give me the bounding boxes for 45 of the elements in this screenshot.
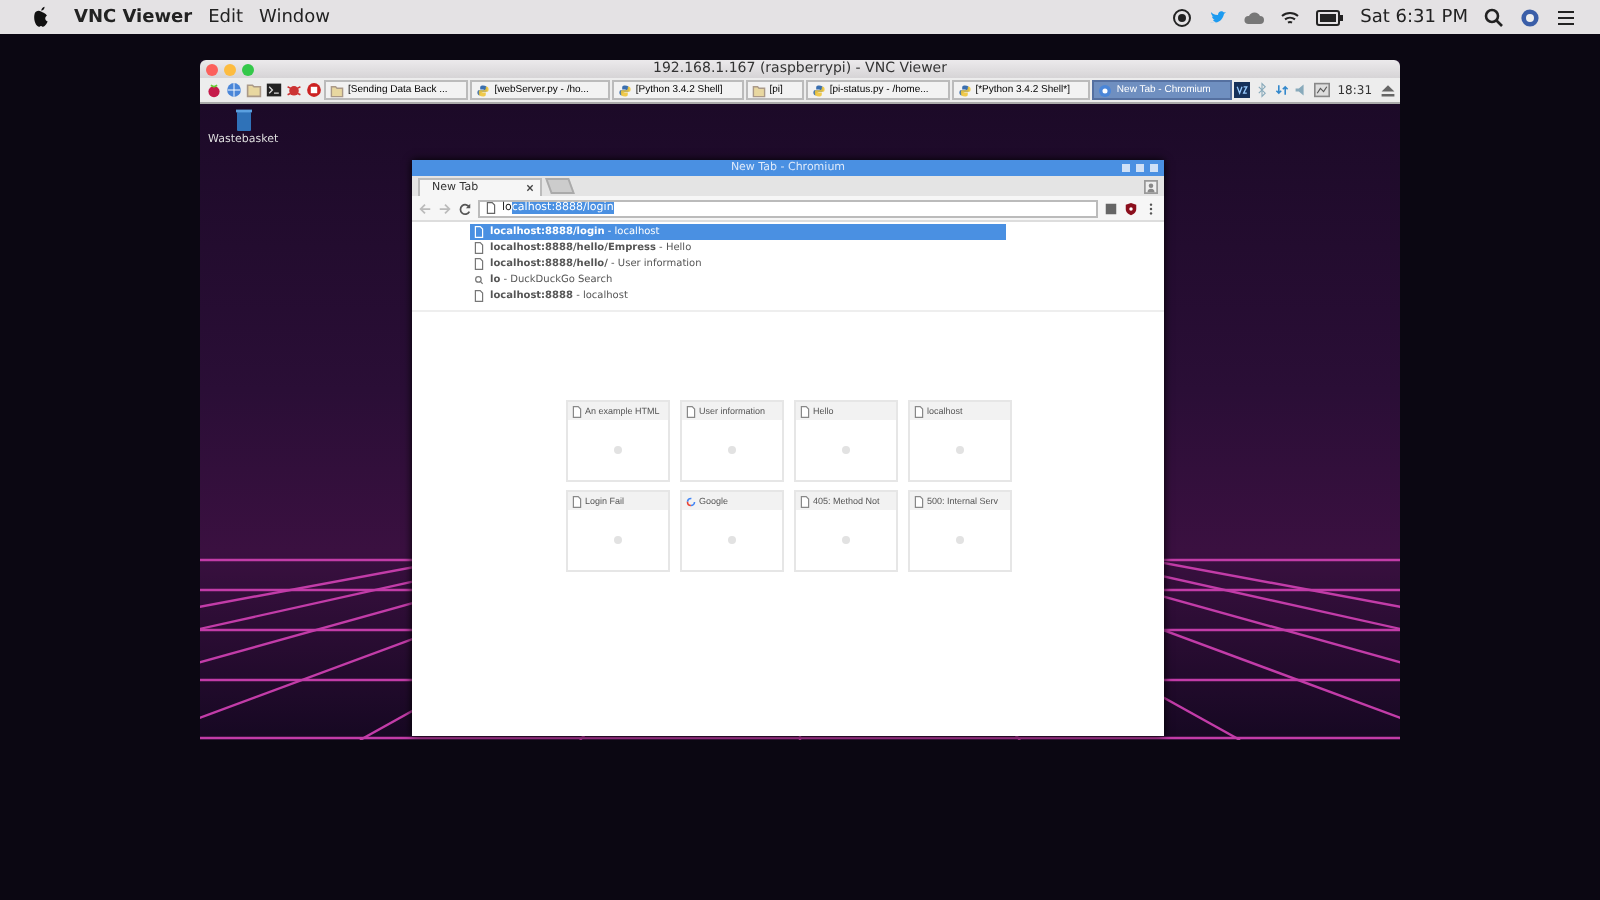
python-icon [957,83,972,97]
page-icon [799,495,809,507]
close-icon[interactable] [526,184,534,192]
page-icon [571,495,581,507]
menu-item[interactable]: Window [259,7,331,27]
python-icon [476,83,491,97]
network-icon[interactable] [1274,82,1291,98]
folder-icon [751,83,766,97]
menu-icon[interactable] [1144,201,1158,215]
globe-icon[interactable] [225,82,241,98]
wifi-icon[interactable] [1280,7,1301,27]
reload-icon[interactable] [458,201,472,215]
list-icon[interactable] [1556,7,1576,27]
eject-icon[interactable] [1379,82,1396,98]
cpu-monitor-icon[interactable] [1314,82,1331,98]
shield-icon[interactable] [1124,201,1138,215]
apple-icon[interactable] [32,6,50,28]
bug-icon[interactable] [285,82,301,98]
page-icon [571,405,581,417]
search-icon [474,274,484,286]
vnc-icon[interactable] [1234,82,1251,98]
terminal-icon[interactable] [265,82,281,98]
globe-icon[interactable] [1520,7,1540,27]
stop-icon[interactable] [305,82,321,98]
battery-icon[interactable] [1316,9,1345,25]
clock[interactable]: Sat 6:31 PM [1360,7,1468,27]
google-g-icon [685,495,695,507]
extension-icon[interactable] [1104,201,1118,215]
python-icon [811,83,826,97]
page-icon [685,405,695,417]
folder-icon [330,83,344,97]
page-icon [913,495,923,507]
raspberry-icon[interactable] [205,82,221,98]
cloud-icon[interactable] [1244,7,1265,27]
app-menu[interactable]: VNC Viewer [74,7,193,27]
trash-icon[interactable] [233,108,254,132]
page-icon [799,405,809,417]
menu-item[interactable]: Edit [208,7,244,27]
page-icon [474,290,484,302]
search-icon[interactable] [1484,7,1504,27]
page-icon [913,405,923,417]
person-icon[interactable] [1144,179,1158,193]
browser-icon [1098,83,1113,97]
record-icon[interactable] [1172,7,1193,27]
python-icon [617,83,632,97]
